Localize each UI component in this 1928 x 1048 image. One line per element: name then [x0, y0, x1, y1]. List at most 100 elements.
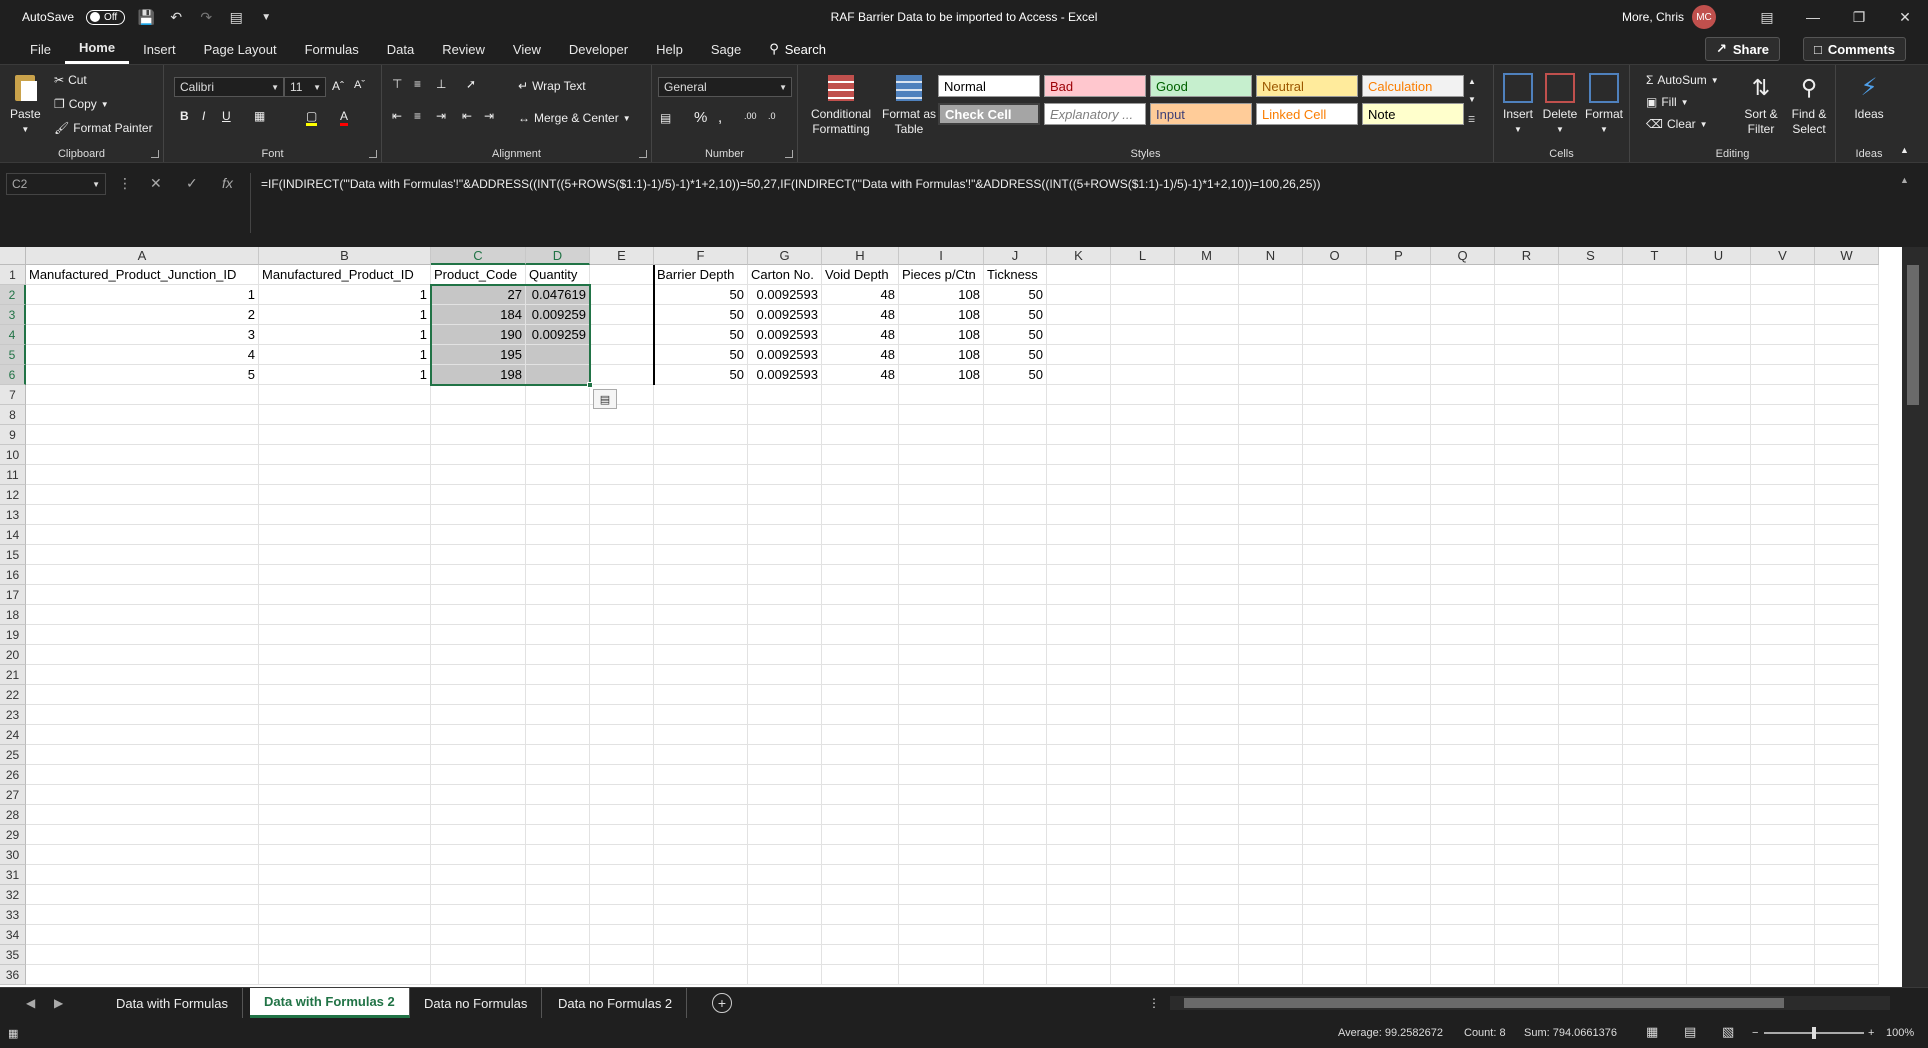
- zoom-in-icon[interactable]: +: [1868, 1027, 1874, 1039]
- empty-cell[interactable]: [431, 645, 526, 665]
- empty-cell[interactable]: [1687, 585, 1751, 605]
- empty-cell[interactable]: [899, 745, 984, 765]
- empty-cell[interactable]: [26, 725, 259, 745]
- empty-cell[interactable]: [431, 825, 526, 845]
- empty-cell[interactable]: [590, 805, 654, 825]
- empty-cell[interactable]: [1623, 785, 1687, 805]
- empty-cell[interactable]: [748, 485, 822, 505]
- row-header-29[interactable]: 29: [0, 825, 26, 845]
- header-cell[interactable]: Quantity: [526, 265, 590, 285]
- empty-cell[interactable]: [1175, 945, 1239, 965]
- empty-cell[interactable]: [1431, 865, 1495, 885]
- save-icon[interactable]: 💾: [137, 8, 155, 26]
- empty-cell[interactable]: [1303, 465, 1367, 485]
- row-header-18[interactable]: 18: [0, 605, 26, 625]
- empty-cell[interactable]: [1623, 345, 1687, 365]
- empty-cell[interactable]: [1303, 845, 1367, 865]
- empty-cell[interactable]: [1559, 285, 1623, 305]
- empty-cell[interactable]: [984, 625, 1047, 645]
- empty-cell[interactable]: [1303, 905, 1367, 925]
- cell-style-check-cell[interactable]: Check Cell: [938, 103, 1040, 125]
- empty-cell[interactable]: [1239, 605, 1303, 625]
- empty-cell[interactable]: [1175, 625, 1239, 645]
- empty-cell[interactable]: [984, 685, 1047, 705]
- decrease-indent-icon[interactable]: ⇤: [462, 109, 472, 123]
- empty-cell[interactable]: [899, 565, 984, 585]
- empty-cell[interactable]: [1303, 765, 1367, 785]
- empty-cell[interactable]: [1815, 425, 1879, 445]
- empty-cell[interactable]: [1495, 665, 1559, 685]
- empty-cell[interactable]: [259, 445, 431, 465]
- font-size-dropdown[interactable]: 11 ▼: [284, 77, 326, 97]
- empty-cell[interactable]: [1751, 625, 1815, 645]
- empty-cell[interactable]: [26, 945, 259, 965]
- empty-cell[interactable]: [1623, 665, 1687, 685]
- empty-cell[interactable]: [1239, 625, 1303, 645]
- empty-cell[interactable]: [1623, 585, 1687, 605]
- tab-developer[interactable]: Developer: [555, 34, 642, 64]
- empty-cell[interactable]: [1175, 365, 1239, 385]
- empty-cell[interactable]: [526, 905, 590, 925]
- number-launcher-icon[interactable]: [785, 150, 793, 158]
- empty-cell[interactable]: [1239, 905, 1303, 925]
- empty-cell[interactable]: [1111, 965, 1175, 985]
- empty-cell[interactable]: [259, 945, 431, 965]
- empty-cell[interactable]: [590, 825, 654, 845]
- data-cell[interactable]: [590, 345, 654, 365]
- row-header-9[interactable]: 9: [0, 425, 26, 445]
- format-as-table-button[interactable]: Format as Table: [880, 73, 938, 137]
- empty-cell[interactable]: [1495, 965, 1559, 985]
- empty-cell[interactable]: [748, 785, 822, 805]
- empty-cell[interactable]: [526, 465, 590, 485]
- empty-cell[interactable]: [26, 605, 259, 625]
- empty-cell[interactable]: [1175, 645, 1239, 665]
- empty-cell[interactable]: [1815, 585, 1879, 605]
- data-cell[interactable]: 50: [654, 365, 748, 385]
- empty-cell[interactable]: [748, 805, 822, 825]
- empty-cell[interactable]: [1239, 645, 1303, 665]
- empty-cell[interactable]: [1111, 785, 1175, 805]
- empty-cell[interactable]: [1047, 625, 1111, 645]
- empty-cell[interactable]: [1111, 885, 1175, 905]
- empty-cell[interactable]: [1047, 845, 1111, 865]
- empty-cell[interactable]: [1431, 565, 1495, 585]
- empty-cell[interactable]: [1687, 285, 1751, 305]
- empty-cell[interactable]: [1687, 485, 1751, 505]
- empty-cell[interactable]: [1111, 405, 1175, 425]
- cell-style-linked-cell[interactable]: Linked Cell: [1256, 103, 1358, 125]
- row-header-26[interactable]: 26: [0, 765, 26, 785]
- empty-cell[interactable]: [899, 825, 984, 845]
- empty-cell[interactable]: [1751, 785, 1815, 805]
- empty-cell[interactable]: [526, 565, 590, 585]
- empty-cell[interactable]: [1367, 405, 1431, 425]
- empty-cell[interactable]: [748, 385, 822, 405]
- empty-cell[interactable]: [590, 905, 654, 925]
- empty-cell[interactable]: [1175, 305, 1239, 325]
- empty-cell[interactable]: [1111, 725, 1175, 745]
- empty-cell[interactable]: [259, 545, 431, 565]
- empty-cell[interactable]: [1047, 585, 1111, 605]
- empty-cell[interactable]: [984, 645, 1047, 665]
- styles-scroll-up-icon[interactable]: ▲: [1468, 77, 1476, 86]
- tab-help[interactable]: Help: [642, 34, 697, 64]
- column-header-h[interactable]: H: [822, 247, 899, 265]
- empty-cell[interactable]: [1623, 265, 1687, 285]
- empty-cell[interactable]: [1239, 805, 1303, 825]
- empty-cell[interactable]: [822, 965, 899, 985]
- empty-cell[interactable]: [1495, 685, 1559, 705]
- empty-cell[interactable]: [1687, 885, 1751, 905]
- data-cell[interactable]: 48: [822, 325, 899, 345]
- empty-cell[interactable]: [259, 625, 431, 645]
- zoom-slider-thumb[interactable]: [1812, 1027, 1816, 1039]
- row-header-36[interactable]: 36: [0, 965, 26, 985]
- empty-cell[interactable]: [431, 705, 526, 725]
- cell-style-normal[interactable]: Normal: [938, 75, 1040, 97]
- empty-cell[interactable]: [1815, 885, 1879, 905]
- empty-cell[interactable]: [1239, 685, 1303, 705]
- empty-cell[interactable]: [1367, 265, 1431, 285]
- empty-cell[interactable]: [1623, 905, 1687, 925]
- empty-cell[interactable]: [1303, 385, 1367, 405]
- empty-cell[interactable]: [748, 405, 822, 425]
- empty-cell[interactable]: [1687, 905, 1751, 925]
- empty-cell[interactable]: [26, 625, 259, 645]
